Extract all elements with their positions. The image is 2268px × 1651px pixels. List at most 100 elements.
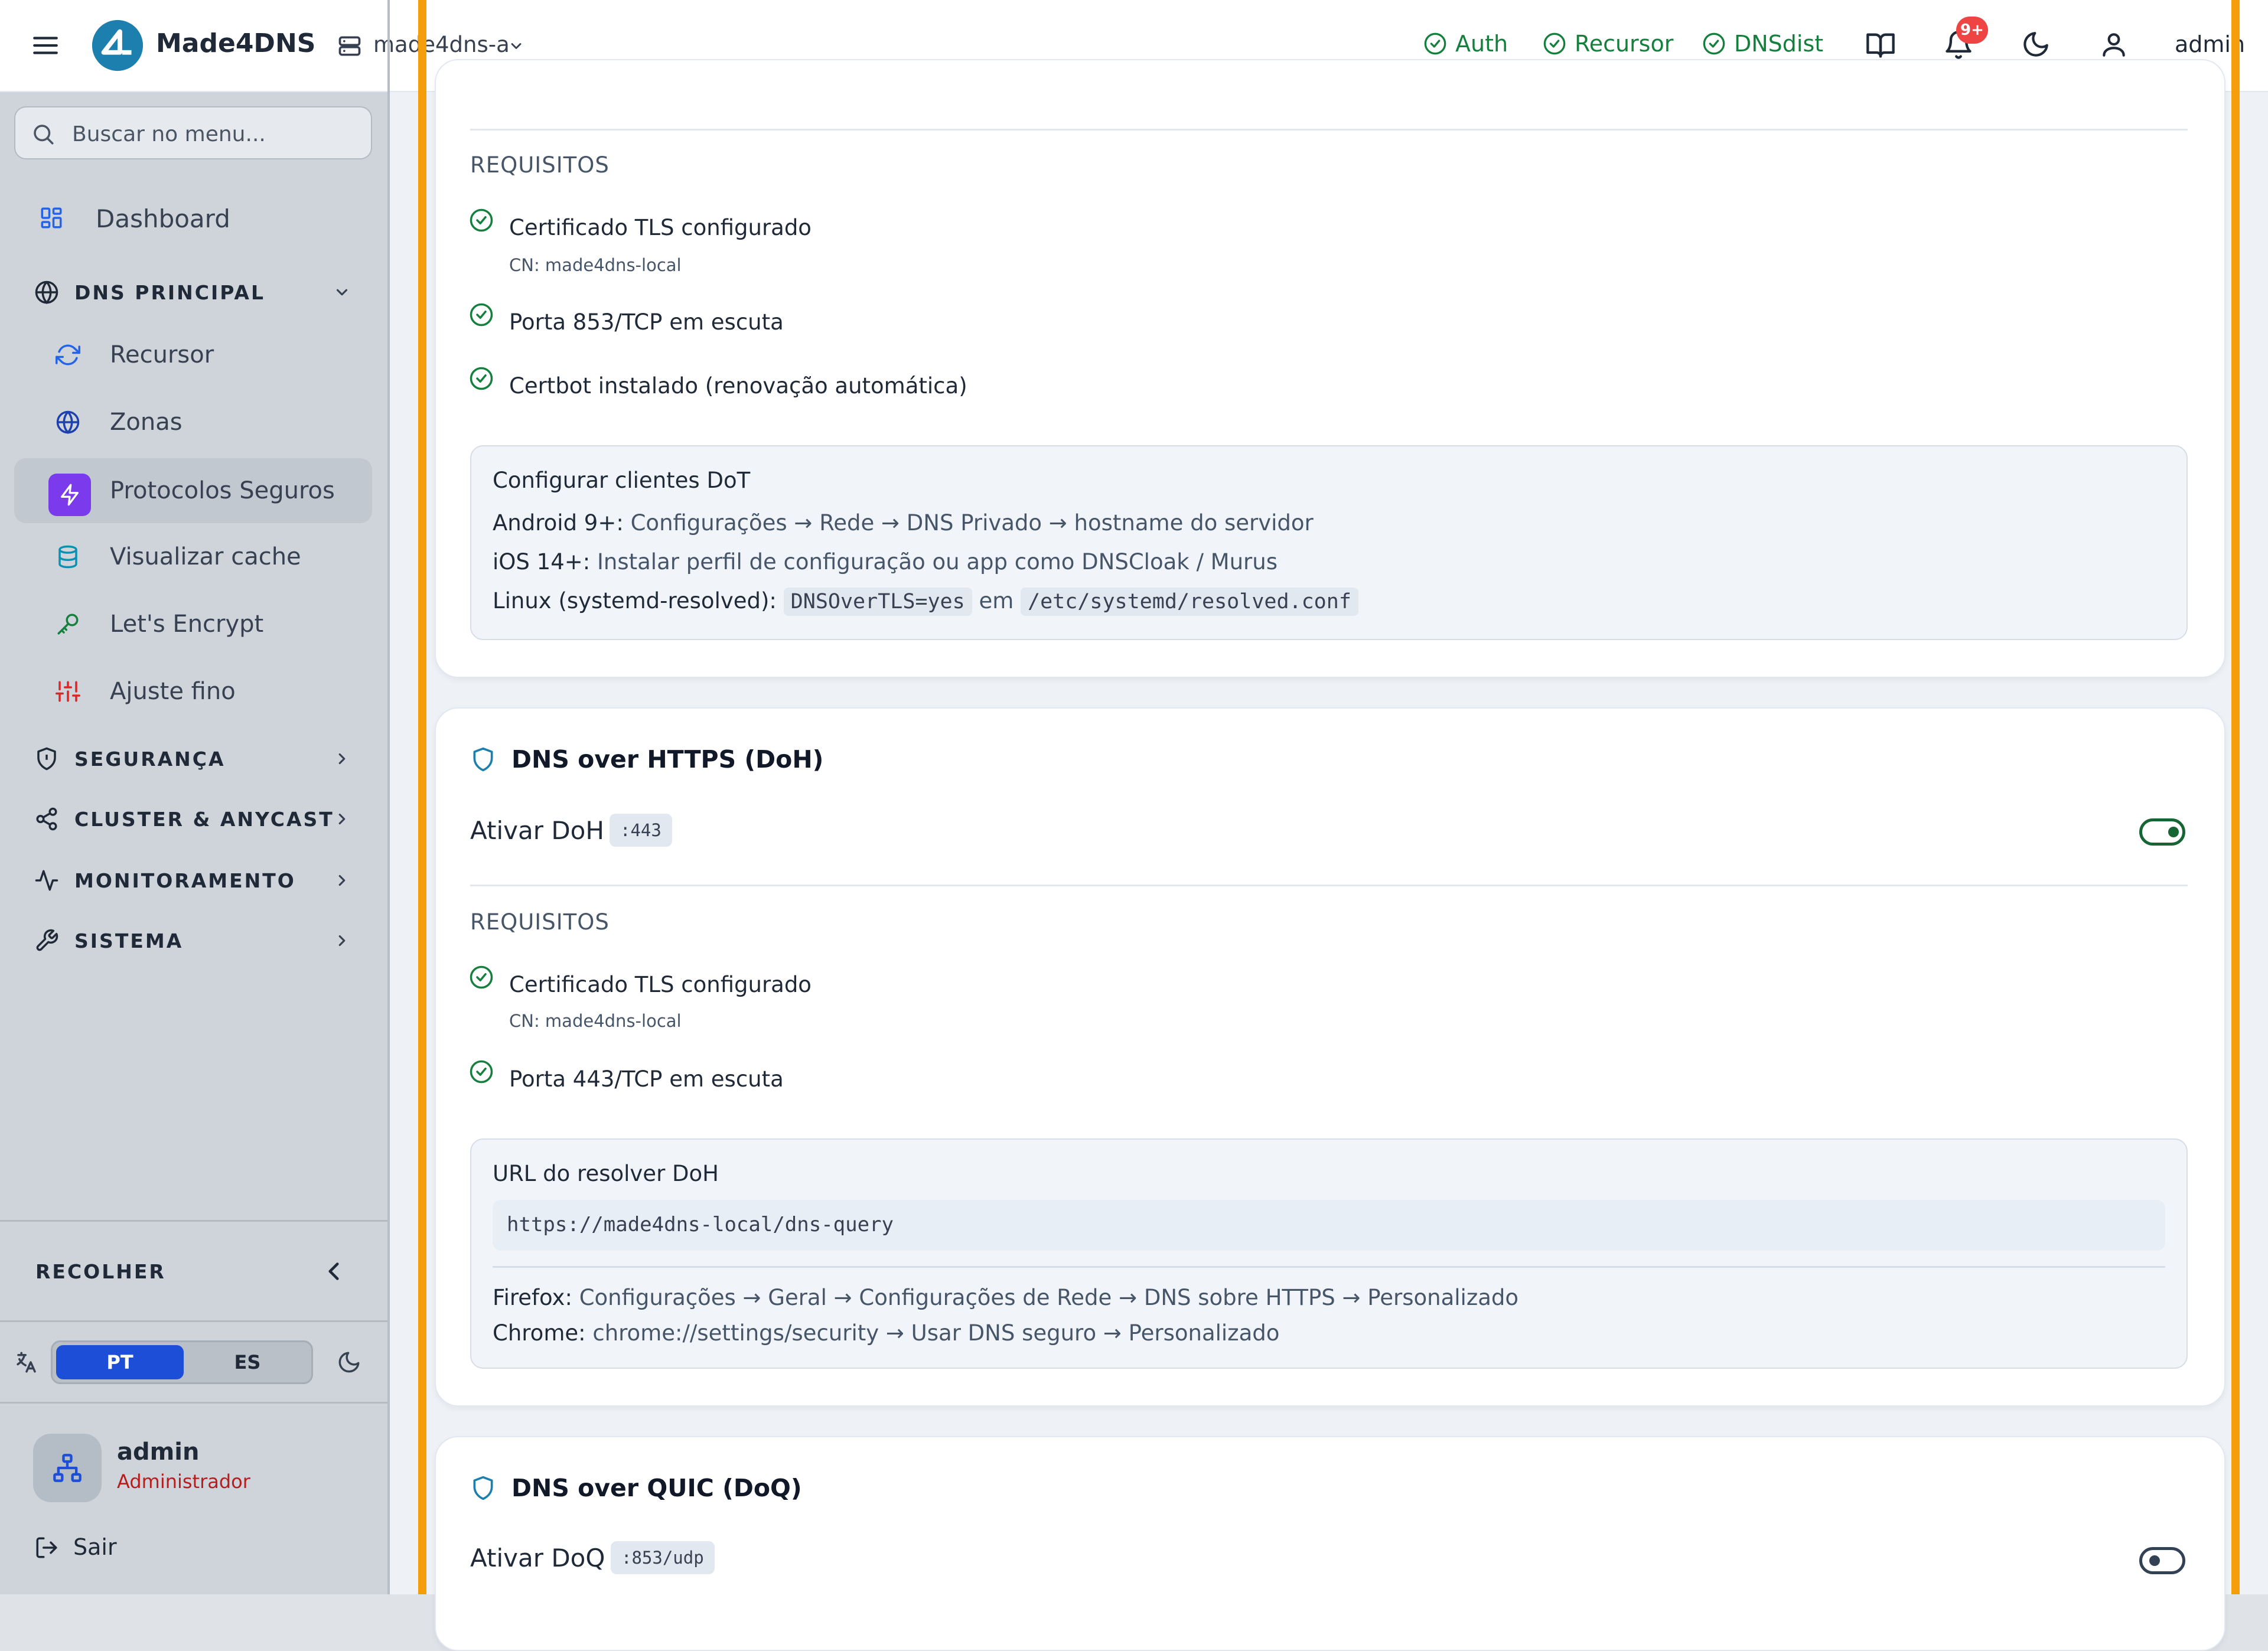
requirements-title: REQUISITOS [470,152,610,178]
section-sistema[interactable]: SISTEMA [14,914,372,967]
chrome-line: Chrome: chrome://settings/security → Usa… [493,1320,1279,1346]
server-icon [337,33,363,59]
book-icon[interactable] [1865,30,1896,60]
status-label: Recursor [1575,31,1674,57]
sliders-icon [56,679,80,704]
doh-title: DNS over HTTPS (DoH) [511,745,824,774]
user-icon[interactable] [2099,30,2129,59]
key-icon [56,612,80,637]
search-input[interactable] [71,118,357,150]
section-label: SISTEMA [74,929,184,952]
dashboard-icon [39,205,64,230]
platform-label: Linux (systemd-resolved): [493,588,777,614]
brand-name: Made4DNS [156,28,316,58]
sidebar-item-zonas[interactable]: Zonas [14,390,372,455]
sidebar-item-label: Visualizar cache [110,543,301,570]
bolt-icon [48,474,91,516]
requirement-text: Certificado TLS configurado [509,215,812,240]
language-pt-button[interactable]: PT [56,1345,184,1379]
platform-label: Android 9+: [493,510,624,536]
logout-icon[interactable] [34,1535,59,1560]
sidebar-item-label: Protocolos Seguros [110,477,335,504]
moon-icon[interactable] [337,1350,361,1375]
platform-instructions: Configurações → Geral → Configurações de… [579,1285,1519,1310]
globe-icon [56,410,80,435]
divider [470,885,2188,886]
divider [0,1320,387,1322]
toggle-knob [2168,827,2179,837]
search-icon [31,122,56,146]
check-circle-icon [469,366,494,391]
firefox-line: Firefox: Configurações → Geral → Configu… [493,1285,1518,1310]
doq-toggle-switch[interactable] [2139,1547,2185,1574]
check-circle-icon [469,302,494,327]
requirement-subtext: CN: made4dns-local [509,255,682,275]
status-recursor[interactable]: Recursor [1543,31,1673,57]
doh-toggle-switch[interactable] [2139,818,2185,846]
sidebar-item-ajuste-fino[interactable]: Ajuste fino [14,659,372,724]
logo-icon [90,18,145,73]
divider [0,1220,387,1222]
check-circle-icon [469,208,494,233]
accent-bar-left [418,0,426,1594]
section-cluster-anycast[interactable]: CLUSTER & ANYCAST [14,792,372,846]
platform-label: Chrome: [493,1320,586,1346]
check-circle-icon [469,1059,494,1084]
chevron-down-icon [333,283,351,301]
requirement-text: Porta 853/TCP em escuta [509,309,784,335]
requirement-subtext: CN: made4dns-local [509,1011,682,1031]
doq-toggle-label: Ativar DoQ [470,1544,605,1572]
check-circle-icon [1423,32,1447,56]
requirement-text: Certbot instalado (renovação automática) [509,373,967,399]
wrench-icon [34,928,59,953]
section-label: CLUSTER & ANYCAST [74,808,334,831]
logout-button[interactable]: Sair [73,1534,117,1560]
sidebar-item-label: Dashboard [96,204,230,233]
doh-url-field[interactable]: https://made4dns-local/dns-query [493,1200,2165,1251]
status-dnsdist[interactable]: DNSdist [1702,31,1823,57]
sidebar-item-label: Ajuste fino [110,678,236,705]
sidebar-item-visualizar-cache[interactable]: Visualizar cache [14,524,372,589]
globe-icon [34,280,59,305]
status-auth[interactable]: Auth [1423,31,1508,57]
config-path: /etc/systemd/resolved.conf [1021,588,1358,616]
sidebar-item-protocolos-seguros[interactable]: Protocolos Seguros [14,458,372,523]
chevron-right-icon [333,932,351,950]
check-circle-icon [1702,32,1726,56]
sidebar-item-label: Zonas [110,409,183,436]
doq-title: DNS over QUIC (DoQ) [511,1474,802,1502]
chevron-down-icon [508,38,524,54]
sidebar-item-lets-encrypt[interactable]: Let's Encrypt [14,592,372,657]
moon-icon[interactable] [2021,30,2051,59]
check-circle-icon [469,965,494,990]
section-monitoramento[interactable]: MONITORAMENTO [14,854,372,907]
collapse-label[interactable]: RECOLHER [35,1260,166,1283]
section-dns-principal[interactable]: DNS PRINCIPAL [14,266,372,319]
divider [493,1266,2165,1268]
activity-icon [34,868,59,893]
language-es-button[interactable]: ES [188,1345,307,1379]
menu-search[interactable] [14,106,372,159]
shield-icon [34,746,59,771]
chevron-left-icon[interactable] [319,1257,348,1286]
notification-badge: 9+ [1956,17,1988,44]
requirement-text: Certificado TLS configurado [509,972,812,997]
sidebar-item-dashboard[interactable]: Dashboard [14,185,372,250]
requirement-text: Porta 443/TCP em escuta [509,1066,784,1092]
section-label: SEGURANÇA [74,748,226,771]
doh-resolver-title: URL do resolver DoH [493,1161,719,1186]
doh-toggle-label: Ativar DoH [470,816,604,845]
config-code: DNSOverTLS=yes [783,588,972,616]
section-seguranca[interactable]: SEGURANÇA [14,732,372,785]
platform-instructions: chrome://settings/security → Usar DNS se… [592,1320,1280,1346]
dot-linux-line: Linux (systemd-resolved): DNSOverTLS=yes… [493,588,1358,616]
chevron-right-icon [333,810,351,828]
status-label: DNSdist [1734,31,1824,57]
sidebar-item-recursor[interactable]: Recursor [14,322,372,387]
dot-clients-title: Configurar clientes DoT [493,468,751,493]
menu-icon[interactable] [31,31,60,60]
toggle-knob [2149,1555,2160,1566]
chevron-right-icon [333,872,351,889]
platform-label: Firefox: [493,1285,572,1310]
dot-android-line: Android 9+: Configurações → Rede → DNS P… [493,510,1314,536]
